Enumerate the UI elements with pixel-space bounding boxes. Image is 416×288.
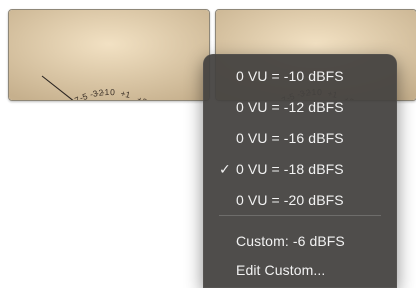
menu-item-label: 0 VU = -10 dBFS (236, 68, 344, 84)
menu-item-minus-16[interactable]: 0 VU = -16 dBFS (203, 125, 397, 151)
menu-separator (219, 215, 381, 216)
menu-item-label: Edit Custom... (236, 262, 326, 278)
menu-item-minus-20[interactable]: 0 VU = -20 dBFS (203, 187, 397, 213)
checkmark-icon: ✓ (219, 161, 231, 177)
db-scale-label: -1 (101, 87, 109, 97)
menu-item-label: 0 VU = -12 dBFS (236, 99, 344, 115)
meter-face (9, 10, 209, 100)
menu-item-custom[interactable]: Custom: -6 dBFS (203, 228, 397, 254)
vu-meter-left: -20-10-7-5-3-2-10+1+2+320406080100 (8, 9, 210, 101)
menu-item-minus-10[interactable]: 0 VU = -10 dBFS (203, 63, 397, 89)
db-scale-label: 0 (110, 87, 115, 97)
menu-item-label: Custom: -6 dBFS (236, 233, 345, 249)
menu-item-label: 0 VU = -16 dBFS (236, 130, 344, 146)
menu-item-minus-18[interactable]: ✓ 0 VU = -18 dBFS (203, 156, 397, 182)
menu-item-minus-12[interactable]: 0 VU = -12 dBFS (203, 94, 397, 120)
menu-item-label: 0 VU = -20 dBFS (236, 192, 344, 208)
calibration-menu: 0 VU = -10 dBFS 0 VU = -12 dBFS 0 VU = -… (203, 54, 397, 288)
menu-item-label: 0 VU = -18 dBFS (236, 161, 344, 177)
menu-item-edit-custom[interactable]: Edit Custom... (203, 257, 397, 283)
